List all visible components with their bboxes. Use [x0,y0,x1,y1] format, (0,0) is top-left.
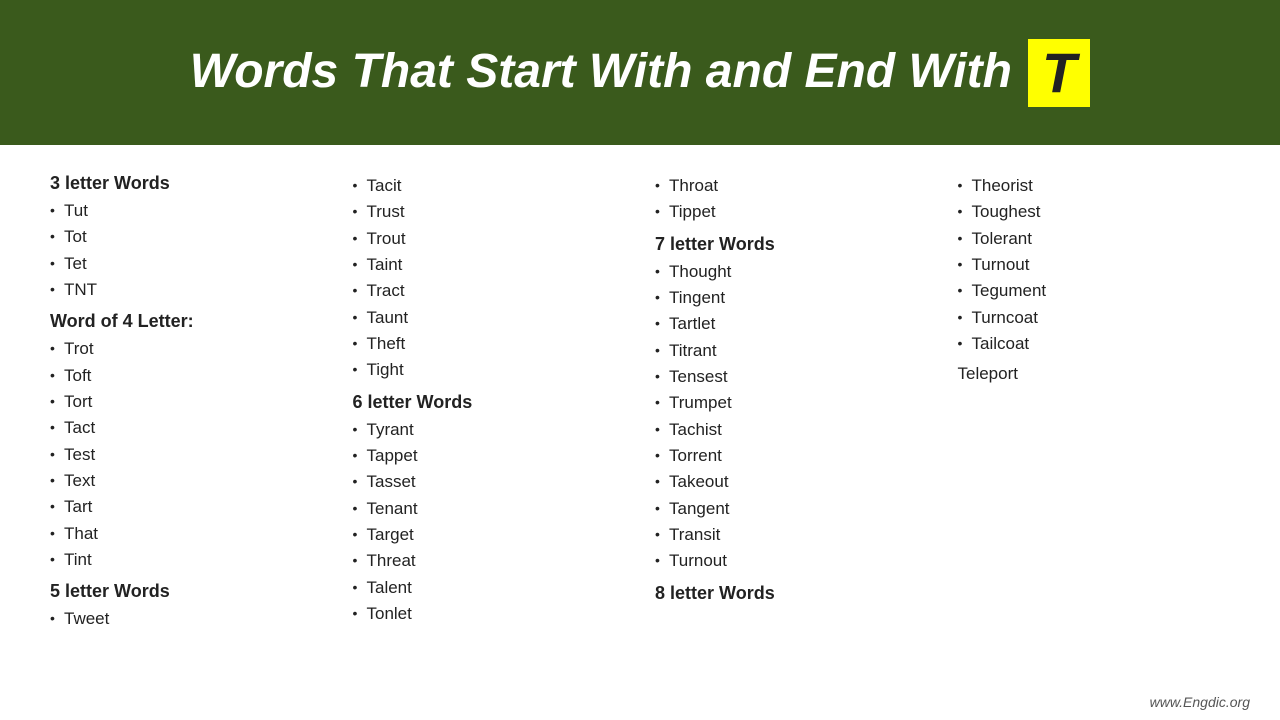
list-item: Tact [50,415,323,441]
heading-6letter: 6 letter Words [353,392,626,413]
list-3letter: Tut Tot Tet TNT [50,198,323,303]
list-item: Throat [655,173,928,199]
list-6letter: Tyrant Tappet Tasset Tenant Target Threa… [353,417,626,628]
header-title: Words That Start With and End With [190,46,1012,99]
column-2: Tacit Trust Trout Taint Tract Taunt Thef… [343,165,636,710]
list-item: Trumpet [655,390,928,416]
list-item: Tegument [958,278,1231,304]
list-item: TNT [50,277,323,303]
list-8letter: Theorist Toughest Tolerant Turnout Tegum… [958,173,1231,357]
list-item: Target [353,522,626,548]
list-item: Tweet [50,606,323,632]
list-item: Titrant [655,338,928,364]
heading-4letter: Word of 4 Letter: [50,311,323,332]
list-item: Tet [50,251,323,277]
heading-8letter: 8 letter Words [655,583,928,604]
list-item: Tappet [353,443,626,469]
content-area: 3 letter Words Tut Tot Tet TNT Word of 4… [0,145,1280,720]
list-7letter: Thought Tingent Tartlet Titrant Tensest … [655,259,928,575]
list-item: Toft [50,363,323,389]
list-item: Tolerant [958,226,1231,252]
header: Words That Start With and End With T [0,0,1280,145]
list-item: Turnout [958,252,1231,278]
list-item: Tint [50,547,323,573]
list-item: Torrent [655,443,928,469]
list-item: Tort [50,389,323,415]
heading-5letter: 5 letter Words [50,581,323,602]
list-item: Theorist [958,173,1231,199]
list-5letter: Tweet [50,606,323,632]
list-item: Text [50,468,323,494]
list-item: Tenant [353,496,626,522]
list-6letter-cont: Throat Tippet [655,173,928,226]
list-item: Tonlet [353,601,626,627]
column-4: Theorist Toughest Tolerant Turnout Tegum… [948,165,1241,710]
header-t-letter: T [1042,45,1076,101]
list-item: Test [50,442,323,468]
list-item: Taint [353,252,626,278]
list-item: Transit [655,522,928,548]
list-item: Trust [353,199,626,225]
column-3: Throat Tippet 7 letter Words Thought Tin… [645,165,938,710]
list-item: Thought [655,259,928,285]
heading-3letter: 3 letter Words [50,173,323,194]
list-item: Tingent [655,285,928,311]
list-item: Turncoat [958,305,1231,331]
footer-url: www.Engdic.org [1150,694,1250,710]
list-item: Tailcoat [958,331,1231,357]
list-item: Tensest [655,364,928,390]
list-item: Tract [353,278,626,304]
list-item: Trout [353,226,626,252]
list-4letter: Trot Toft Tort Tact Test Text Tart That … [50,336,323,573]
header-t-box: T [1028,39,1090,107]
page-wrapper: Words That Start With and End With T 3 l… [0,0,1280,720]
list-item: Tippet [655,199,928,225]
heading-7letter: 7 letter Words [655,234,928,255]
list-item: Trot [50,336,323,362]
list-item: Tacit [353,173,626,199]
column-1: 3 letter Words Tut Tot Tet TNT Word of 4… [40,165,333,710]
list-item: Talent [353,575,626,601]
list-item: That [50,521,323,547]
list-item: Tyrant [353,417,626,443]
list-item: Tut [50,198,323,224]
list-item: Tartlet [655,311,928,337]
list-item: Takeout [655,469,928,495]
list-item: Taunt [353,305,626,331]
list-item: Tart [50,494,323,520]
list-item: Tangent [655,496,928,522]
list-5letter-cont: Tacit Trust Trout Taint Tract Taunt Thef… [353,173,626,384]
list-item: Tasset [353,469,626,495]
list-item: Tight [353,357,626,383]
list-item: Theft [353,331,626,357]
list-item: Tachist [655,417,928,443]
list-item: Turnout [655,548,928,574]
list-item: Tot [50,224,323,250]
list-item: Threat [353,548,626,574]
list-item: Toughest [958,199,1231,225]
teleport-word: Teleport [958,361,1231,387]
